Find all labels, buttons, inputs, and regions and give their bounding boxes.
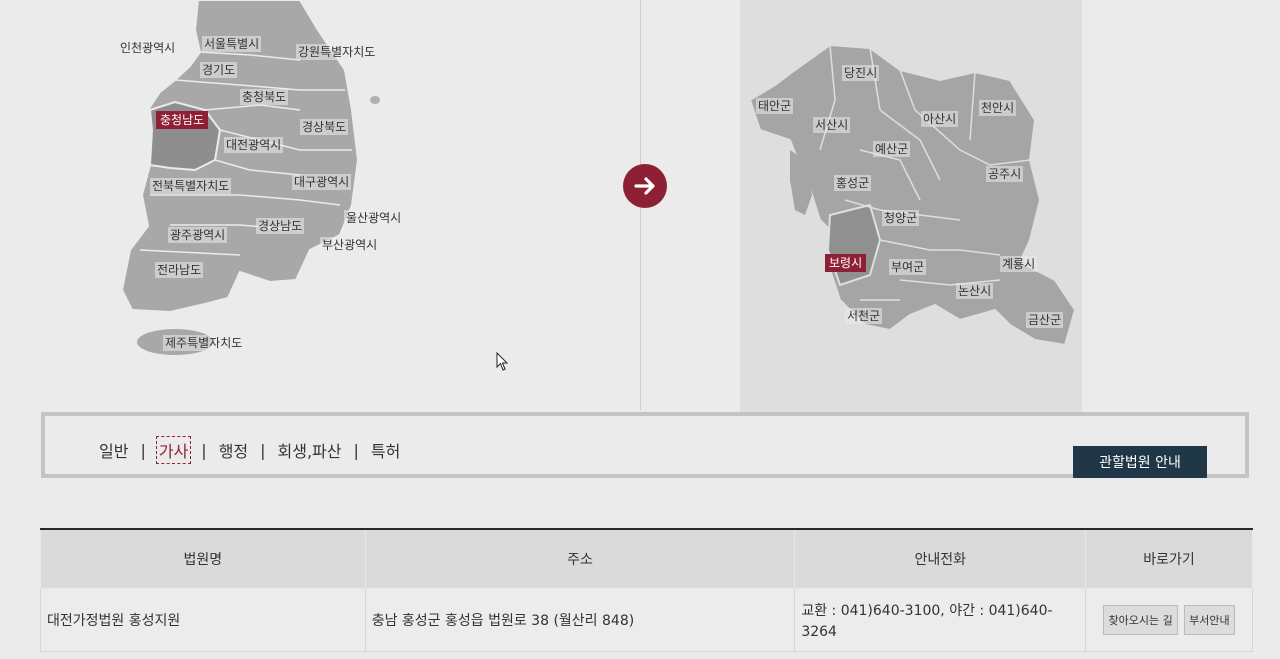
city-label-gongju[interactable]: 공주시 [986, 166, 1024, 182]
table-header-row: 법원명 주소 안내전화 바로가기 [40, 528, 1253, 589]
region-label-jeonnam[interactable]: 전라남도 [155, 262, 204, 278]
region-label-chungnam[interactable]: 충청남도 [156, 111, 209, 129]
jurisdiction-guide-button[interactable]: 관할법원 안내 [1073, 446, 1207, 478]
table-row: 대전가정법원 홍성지원 충남 홍성군 홍성읍 법원로 38 (월산리 848) … [40, 588, 1253, 652]
city-label-nonsan[interactable]: 논산시 [956, 283, 994, 299]
region-label-gyeongbuk[interactable]: 경상북도 [300, 119, 349, 135]
region-label-busan[interactable]: 부산광역시 [320, 237, 380, 253]
map-area: 인천광역시 서울특별시 강원특별자치도 경기도 충청북도 충청남도 경상북도 대… [0, 0, 1280, 415]
region-label-jeonbuk[interactable]: 전북특별자치도 [150, 178, 232, 194]
city-label-seocheon[interactable]: 서천군 [845, 308, 883, 324]
tab-family[interactable]: 가사 [155, 436, 192, 464]
arrow-right-icon [634, 177, 655, 195]
case-type-filter-bar: 일반 | 가사 | 행정 | 회생,파산 | 특허 관할법원 안내 [41, 412, 1249, 478]
column-header-phone: 안내전화 [794, 528, 1087, 589]
next-arrow-button[interactable] [623, 164, 667, 208]
address-cell: 충남 홍성군 홍성읍 법원로 38 (월산리 848) [364, 588, 796, 652]
case-type-tabs: 일반 | 가사 | 행정 | 회생,파산 | 특허 [97, 436, 402, 464]
tab-separator: | [140, 440, 146, 460]
directions-button[interactable]: 찾아오시는 길 [1103, 605, 1178, 635]
city-label-gyeryong[interactable]: 계룡시 [1000, 256, 1038, 272]
tab-separator: | [260, 440, 266, 460]
region-label-chungbuk[interactable]: 충청북도 [240, 89, 289, 105]
court-name-cell: 대전가정법원 홍성지원 [40, 588, 366, 652]
region-label-gyeongnam[interactable]: 경상남도 [256, 218, 305, 234]
region-label-incheon[interactable]: 인천광역시 [118, 40, 178, 56]
city-label-seosan[interactable]: 서산시 [813, 117, 851, 133]
city-label-buyeo[interactable]: 부여군 [889, 259, 927, 275]
tab-general[interactable]: 일반 [97, 437, 130, 463]
region-label-jeju[interactable]: 제주특별자치도 [163, 335, 245, 351]
tab-rehabilitation-bankruptcy[interactable]: 회생,파산 [276, 437, 344, 463]
city-label-asan[interactable]: 아산시 [921, 111, 959, 127]
city-label-hongseong[interactable]: 홍성군 [834, 175, 872, 191]
phone-cell: 교환 : 041)640-3100, 야간 : 041)640- 3264 [794, 588, 1087, 652]
tab-separator: | [201, 440, 207, 460]
mouse-cursor-icon [496, 352, 509, 371]
tab-separator: | [353, 440, 359, 460]
city-label-yesan[interactable]: 예산군 [873, 141, 911, 157]
city-label-geumsan[interactable]: 금산군 [1026, 312, 1064, 328]
city-label-boryeong[interactable]: 보령시 [825, 254, 867, 272]
region-label-ulsan[interactable]: 울산광역시 [344, 210, 404, 226]
shortcut-cell: 찾아오시는 길 부서안내 [1085, 588, 1253, 652]
column-header-court-name: 법원명 [40, 528, 366, 589]
city-label-cheongyang[interactable]: 청양군 [882, 210, 920, 226]
tab-administrative[interactable]: 행정 [217, 437, 250, 463]
city-label-taean[interactable]: 태안군 [756, 98, 794, 114]
region-label-daegu[interactable]: 대구광역시 [292, 174, 352, 190]
city-label-cheonan[interactable]: 천안시 [979, 100, 1017, 116]
city-label-dangjin[interactable]: 당진시 [842, 65, 880, 81]
phone-line-2: 3264 [801, 624, 837, 640]
region-label-gangwon[interactable]: 강원특별자치도 [296, 44, 378, 60]
region-label-gyeonggi[interactable]: 경기도 [200, 62, 238, 78]
phone-line-1: 교환 : 041)640-3100, 야간 : 041)640- [801, 603, 1053, 619]
column-header-shortcut: 바로가기 [1085, 528, 1253, 589]
tab-patent[interactable]: 특허 [369, 437, 402, 463]
region-label-seoul[interactable]: 서울특별시 [202, 36, 262, 52]
court-info-table: 법원명 주소 안내전화 바로가기 대전가정법원 홍성지원 충남 홍성군 홍성읍 … [40, 528, 1253, 652]
column-header-address: 주소 [364, 528, 796, 589]
region-label-gwangju[interactable]: 광주광역시 [168, 227, 228, 243]
department-guide-button[interactable]: 부서안내 [1184, 605, 1235, 635]
region-label-daejeon[interactable]: 대전광역시 [224, 137, 284, 153]
